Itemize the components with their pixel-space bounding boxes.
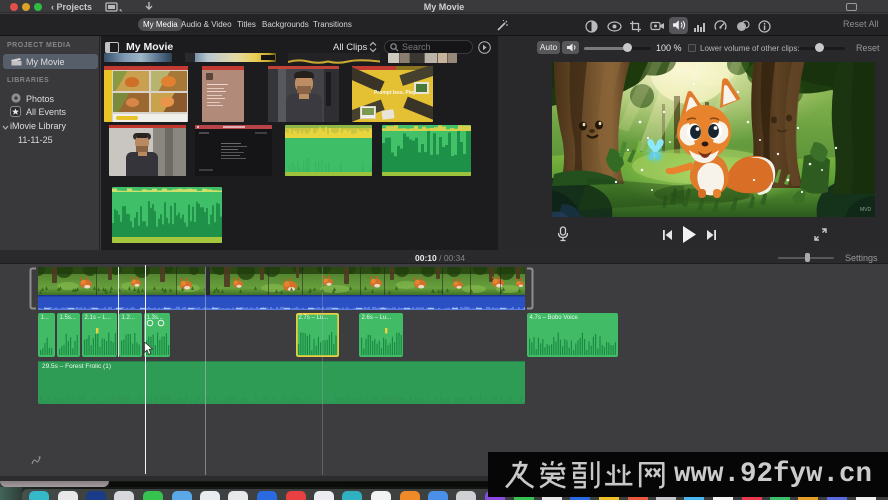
svg-text:MVD: MVD [860, 207, 872, 213]
